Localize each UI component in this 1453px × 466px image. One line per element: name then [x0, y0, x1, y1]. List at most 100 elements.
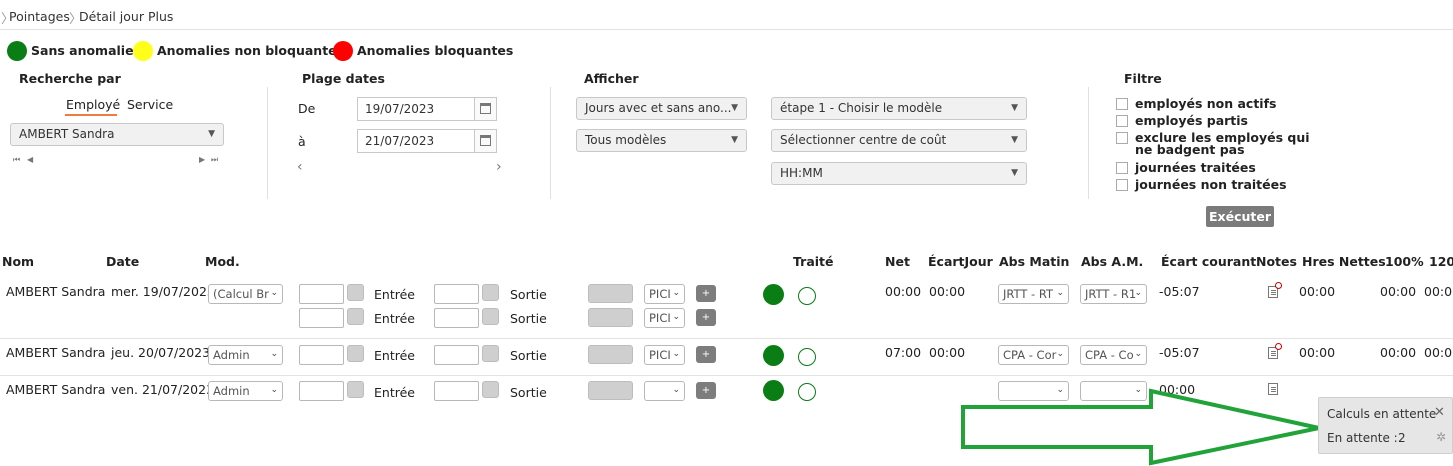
breadcrumb-item-pointages[interactable]: Pointages [9, 9, 70, 24]
entry-time-input[interactable] [299, 284, 344, 304]
column-header-ecart-courant[interactable]: Écart courant [1161, 254, 1256, 269]
punch-type-select[interactable]: PICI ⌄ [644, 308, 685, 328]
exit-label: Sortie [510, 287, 547, 302]
column-header-abs-am[interactable]: Abs A.M. [1081, 254, 1143, 269]
filter-checkbox-untreated[interactable] [1116, 179, 1128, 191]
mod-select[interactable]: Admin ⌄ [208, 381, 283, 401]
column-header-mod[interactable]: Mod. [205, 254, 240, 269]
filter-section-title: Filtre [1124, 71, 1162, 86]
column-header-ecart-jour[interactable]: ÉcartJour [928, 254, 993, 269]
entry-picker-button[interactable] [347, 308, 364, 325]
note-icon[interactable] [1268, 343, 1282, 359]
tab-employee[interactable]: Employé [66, 97, 120, 112]
chevron-down-icon: ▼ [1011, 168, 1018, 178]
date-from-input[interactable]: 19/07/2023 [357, 97, 475, 121]
mod-select-value: Admin [213, 348, 250, 362]
tab-service[interactable]: Service [127, 97, 173, 112]
entry-time-input[interactable] [299, 308, 344, 328]
exit-time-input[interactable] [434, 345, 479, 365]
exit-picker-button[interactable] [482, 308, 499, 325]
column-header-120[interactable]: 120% [1429, 254, 1453, 269]
exit-time-input[interactable] [434, 381, 479, 401]
days-select[interactable]: Jours avec et sans ano... ▼ [576, 97, 747, 120]
exit-picker-button[interactable] [482, 284, 499, 301]
date-from-picker[interactable] [475, 97, 497, 121]
add-punch-button[interactable]: + [696, 346, 716, 363]
date-to-input[interactable]: 21/07/2023 [357, 129, 475, 153]
entry-picker-button[interactable] [347, 284, 364, 301]
hres-nettes-value: 00:00 [1299, 345, 1336, 360]
column-header-notes[interactable]: Notes [1256, 254, 1297, 269]
column-header-100[interactable]: 100% [1385, 254, 1424, 269]
pending-toast: Calculs en attente ✕ En attente : 2 ✲ [1318, 397, 1453, 454]
models-select[interactable]: Tous modèles ▼ [576, 129, 747, 152]
chevron-down-icon: ⌄ [672, 288, 680, 298]
punch-type-select[interactable]: PICI ⌄ [644, 345, 685, 365]
exit-time-input[interactable] [434, 284, 479, 304]
exit-time-input[interactable] [434, 308, 479, 328]
treated-toggle[interactable] [798, 287, 816, 305]
mod-select[interactable]: (Calcul Br ⌄ [208, 284, 283, 304]
first-icon[interactable]: ⏮ [13, 155, 20, 165]
add-punch-button[interactable]: + [696, 382, 716, 399]
table-row: AMBERT Sandra jeu. 20/07/2023 Admin ⌄ Ent… [0, 339, 1453, 375]
abs-matin-select[interactable]: JRTT - RT ⌄ [998, 284, 1069, 304]
column-header-name[interactable]: Nom [2, 254, 34, 269]
p100-value: 00:00 [1380, 345, 1417, 360]
filter-checkbox-treated[interactable] [1116, 162, 1128, 174]
entry-label: Entrée [374, 311, 415, 326]
mod-select[interactable]: Admin ⌄ [208, 345, 283, 365]
add-punch-button[interactable]: + [696, 285, 716, 302]
row-name: AMBERT Sandra [6, 284, 106, 299]
filter-checkbox-inactive[interactable] [1116, 98, 1128, 110]
punch-type-select[interactable]: PICI ⌄ [644, 284, 685, 304]
punch-type-select[interactable]: ⌄ [644, 381, 685, 401]
column-header-hres-nettes[interactable]: Hres Nettes [1302, 254, 1386, 269]
abs-am-select[interactable]: CPA - Co ⌄ [1080, 345, 1147, 365]
time-format-select[interactable]: HH:MM ▼ [771, 162, 1027, 185]
close-icon[interactable]: ✕ [1434, 405, 1445, 420]
next-icon[interactable]: ▶ [199, 155, 205, 164]
exit-picker-button[interactable] [482, 381, 499, 398]
step-select[interactable]: étape 1 - Choisir le modèle ▼ [771, 97, 1027, 120]
column-header-net[interactable]: Net [885, 254, 910, 269]
filter-label: employés non actifs [1135, 96, 1277, 111]
entry-label: Entrée [374, 348, 415, 363]
entry-picker-button[interactable] [347, 345, 364, 362]
section-divider [550, 87, 551, 199]
chevron-left-icon[interactable]: ‹ [297, 159, 303, 175]
column-header-treated[interactable]: Traité [793, 254, 834, 269]
abs-am-select[interactable]: JRTT - R1 ⌄ [1080, 284, 1147, 304]
toast-pending-count: 2 [1398, 431, 1406, 445]
entry-picker-button[interactable] [347, 381, 364, 398]
column-header-date[interactable]: Date [106, 254, 139, 269]
filter-checkbox-departed[interactable] [1116, 115, 1128, 127]
treated-toggle[interactable] [798, 383, 816, 401]
execute-button[interactable]: Exécuter [1206, 206, 1274, 227]
entry-time-input[interactable] [299, 345, 344, 365]
filter-checkbox-no-badge[interactable] [1116, 132, 1128, 144]
date-to-picker[interactable] [475, 129, 497, 153]
column-header-abs-matin[interactable]: Abs Matin [999, 254, 1069, 269]
punch-field[interactable] [588, 284, 633, 303]
note-icon[interactable] [1268, 282, 1282, 298]
last-icon[interactable]: ⏭ [211, 155, 218, 165]
punch-field[interactable] [588, 308, 633, 327]
punch-field[interactable] [588, 381, 633, 400]
ecart-courant-value: -05:07 [1159, 345, 1200, 360]
treated-toggle[interactable] [798, 348, 816, 366]
models-select-value: Tous modèles [585, 133, 667, 147]
chevron-right-icon[interactable]: › [496, 159, 502, 175]
cost-center-select[interactable]: Sélectionner centre de coût ▼ [771, 129, 1027, 152]
net-value: 07:00 [885, 345, 922, 360]
prev-icon[interactable]: ◀ [27, 155, 33, 164]
legend-yellow-dot [133, 41, 153, 61]
add-punch-button[interactable]: + [696, 309, 716, 326]
punch-type-value: PICI [649, 348, 671, 362]
abs-matin-select[interactable]: CPA - Cor ⌄ [998, 345, 1069, 365]
punch-field[interactable] [588, 345, 633, 364]
entry-time-input[interactable] [299, 381, 344, 401]
breadcrumb-item-current: Détail jour Plus [79, 9, 174, 24]
exit-picker-button[interactable] [482, 345, 499, 362]
employee-select[interactable]: AMBERT Sandra ▼ [10, 123, 224, 146]
